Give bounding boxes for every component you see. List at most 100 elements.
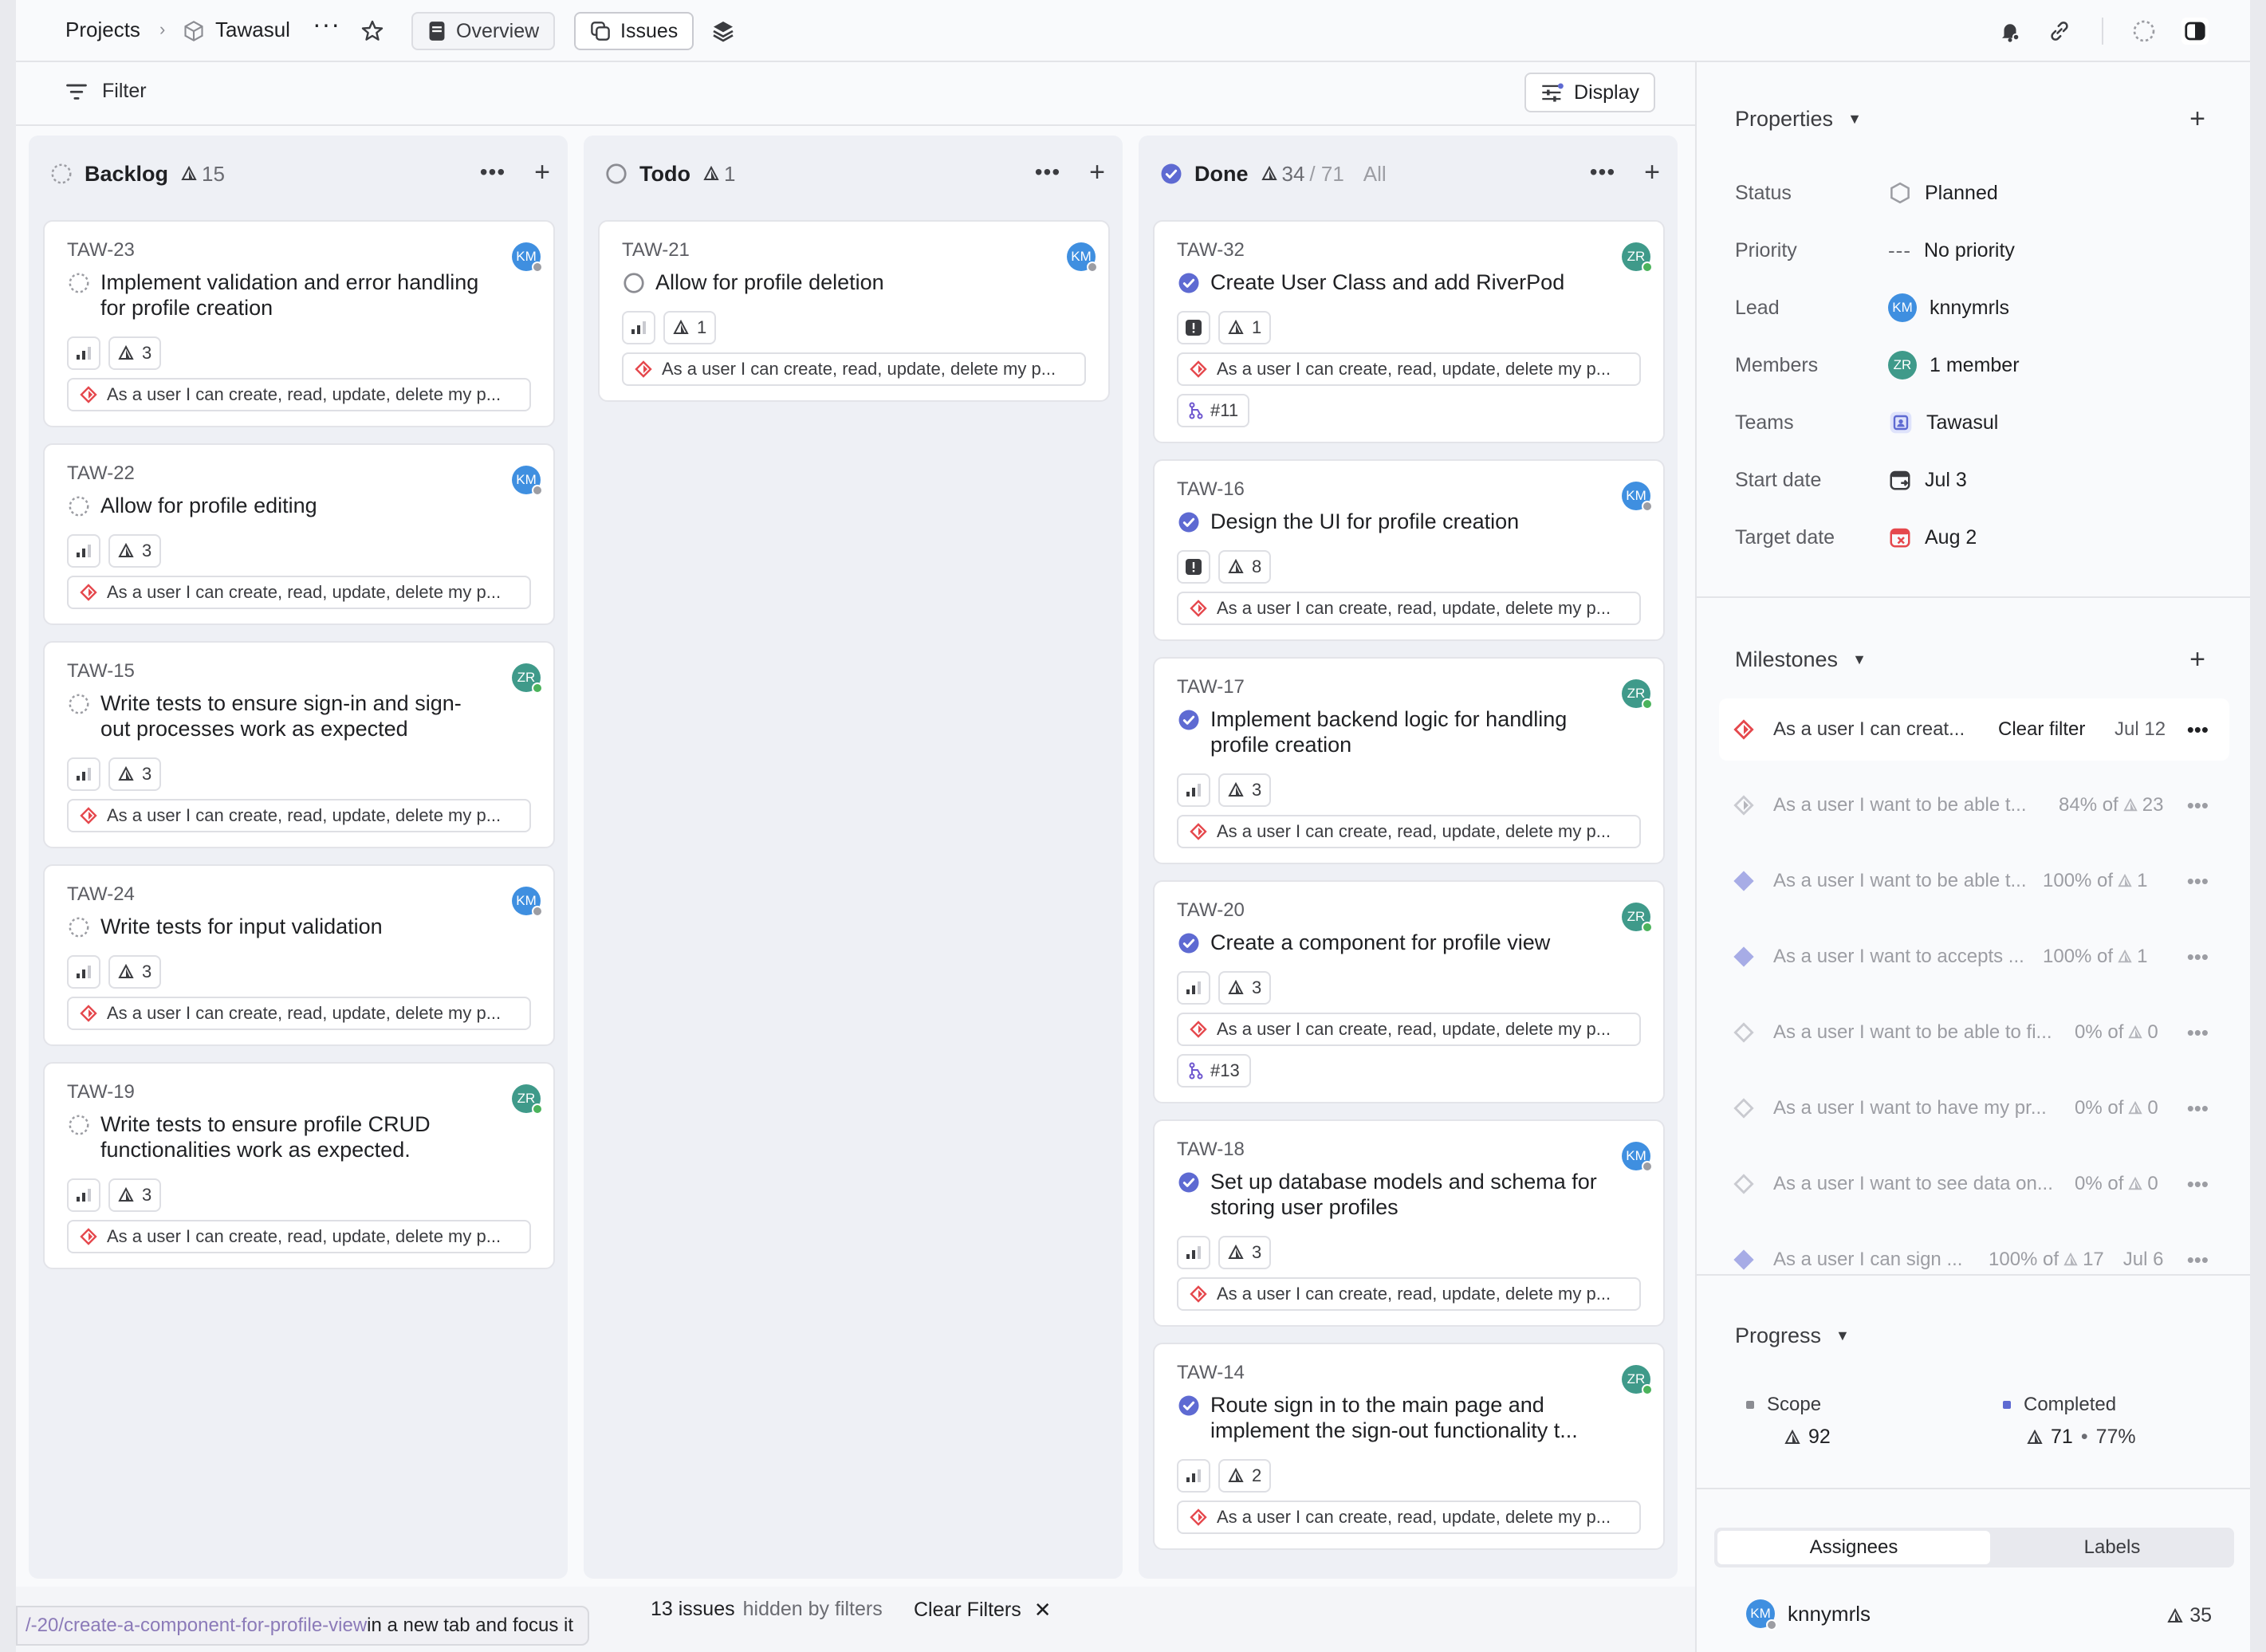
milestone-menu-icon[interactable]: ••• [2187, 1096, 2209, 1121]
project-status-icon[interactable] [2130, 18, 2158, 45]
tab-overview[interactable]: Overview [411, 12, 556, 50]
milestone-chip[interactable]: As a user I can create, read, update, de… [67, 799, 531, 832]
estimate-chip[interactable]: 3 [1218, 971, 1272, 1005]
add-issue-icon[interactable]: + [534, 159, 550, 186]
done-status-icon[interactable] [1177, 510, 1201, 534]
milestone-chip[interactable]: As a user I can create, read, update, de… [67, 1220, 531, 1253]
done-status-icon[interactable] [1177, 1170, 1201, 1194]
estimate-chip[interactable]: 1 [1218, 311, 1272, 344]
estimate-chip[interactable]: 3 [108, 336, 162, 370]
estimate-chip[interactable]: 3 [1218, 1236, 1272, 1269]
property-priority[interactable]: Priority --- No priority [1735, 234, 2213, 266]
done-status-icon[interactable] [1177, 708, 1201, 732]
assignee-row[interactable]: KM knnymrls [1746, 1599, 1871, 1630]
property-start-date[interactable]: Start date Jul 3 [1735, 464, 2213, 496]
star-icon[interactable] [359, 18, 386, 45]
milestone-row[interactable]: As a user I want to be able t... 84% of 23… [1719, 774, 2229, 836]
add-issue-icon[interactable]: + [1089, 159, 1105, 186]
backlog-status-icon[interactable] [67, 915, 91, 939]
column-menu-icon[interactable]: ••• [480, 161, 506, 183]
milestone-menu-icon[interactable]: ••• [2187, 793, 2209, 818]
estimate-chip[interactable]: 2 [1218, 1459, 1272, 1493]
clear-filter-button[interactable]: Clear filter [1998, 718, 2085, 741]
milestone-row[interactable]: As a user I want to be able t... 100% of 1… [1719, 850, 2229, 912]
more-icon[interactable]: ··· [313, 10, 340, 39]
pull-request-chip[interactable]: #13 [1177, 1054, 1251, 1088]
milestone-row[interactable]: As a user I want to accepts ... 100% of 1 •… [1719, 926, 2229, 988]
column-menu-icon[interactable]: ••• [1035, 161, 1060, 183]
property-lead[interactable]: Lead KM knnymrls [1735, 292, 2213, 324]
add-issue-icon[interactable]: + [1644, 159, 1660, 186]
done-status-icon[interactable] [1177, 931, 1201, 955]
column-menu-icon[interactable]: ••• [1590, 161, 1615, 183]
estimate-chip[interactable]: 3 [108, 1178, 162, 1212]
backlog-status-icon[interactable] [67, 271, 91, 295]
priority-chip[interactable] [1177, 1459, 1210, 1493]
issue-card[interactable]: TAW-19 ZR Write tests to ensure profile CR… [43, 1062, 555, 1269]
estimate-chip[interactable]: 1 [663, 311, 717, 344]
milestone-row[interactable]: As a user I want to see data on... 0% of 0… [1719, 1153, 2229, 1215]
milestone-menu-icon[interactable]: ••• [2187, 1021, 2209, 1045]
issue-card[interactable]: TAW-16 KM Design the UI for profile creati… [1153, 459, 1665, 641]
issue-card[interactable]: TAW-14 ZR Route sign in to the main page a… [1153, 1343, 1665, 1550]
filter-button[interactable]: Filter [65, 80, 147, 103]
add-milestone-icon[interactable]: + [2189, 644, 2205, 675]
issue-card[interactable]: TAW-21 KM Allow for profile deletion 1 As a … [598, 220, 1110, 402]
issue-card[interactable]: TAW-24 KM Write tests for input validation… [43, 864, 555, 1046]
milestones-header[interactable]: Milestones ▼ [1735, 647, 1867, 672]
milestone-chip[interactable]: As a user I can create, read, update, de… [67, 378, 531, 411]
milestone-menu-icon[interactable]: ••• [2187, 1248, 2209, 1272]
milestone-menu-icon[interactable]: ••• [2187, 1172, 2209, 1197]
priority-chip[interactable] [1177, 311, 1210, 344]
estimate-chip[interactable]: 3 [108, 955, 162, 989]
milestone-row[interactable]: As a user I want to be able to fi... 0% o… [1719, 1001, 2229, 1064]
priority-chip[interactable] [67, 955, 100, 989]
backlog-status-icon[interactable] [67, 692, 91, 716]
milestone-chip[interactable]: As a user I can create, read, update, de… [1177, 1277, 1641, 1311]
milestone-chip[interactable]: As a user I can create, read, update, de… [622, 352, 1086, 386]
column-show-all[interactable]: All [1363, 162, 1387, 187]
estimate-chip[interactable]: 3 [1218, 773, 1272, 807]
issue-card[interactable]: TAW-18 KM Set up database models and schem… [1153, 1119, 1665, 1327]
todo-status-icon[interactable] [622, 271, 646, 295]
done-status-icon[interactable] [1177, 1394, 1201, 1418]
display-button[interactable]: Display [1524, 73, 1655, 112]
issue-card[interactable]: TAW-15 ZR Write tests to ensure sign-in an… [43, 641, 555, 848]
property-teams[interactable]: Teams Tawasul [1735, 407, 2213, 439]
property-target-date[interactable]: Target date Aug 2 [1735, 521, 2213, 553]
milestone-chip[interactable]: As a user I can create, read, update, de… [1177, 352, 1641, 386]
tab-issues[interactable]: Issues [574, 12, 694, 50]
tab-assignees[interactable]: Assignees [1717, 1531, 1990, 1564]
milestone-chip[interactable]: As a user I can create, read, update, de… [1177, 592, 1641, 625]
backlog-status-icon[interactable] [67, 494, 91, 518]
milestone-menu-icon[interactable]: ••• [2187, 869, 2209, 894]
estimate-chip[interactable]: 3 [108, 534, 162, 568]
milestone-chip[interactable]: As a user I can create, read, update, de… [67, 997, 531, 1030]
clear-filters-button[interactable]: Clear Filters ✕ [914, 1598, 1052, 1622]
breadcrumb-project-name[interactable]: Tawasul [215, 18, 290, 42]
progress-header[interactable]: Progress ▼ [1735, 1324, 1850, 1348]
issue-card[interactable]: TAW-20 ZR Create a component for profile v… [1153, 880, 1665, 1103]
milestone-menu-icon[interactable]: ••• [2187, 945, 2209, 970]
add-property-icon[interactable]: + [2189, 104, 2205, 135]
priority-chip[interactable] [1177, 550, 1210, 584]
priority-chip[interactable] [67, 534, 100, 568]
issue-card[interactable]: TAW-23 KM Implement validation and error h… [43, 220, 555, 427]
pull-request-chip[interactable]: #11 [1177, 394, 1250, 427]
property-status[interactable]: Status Planned [1735, 177, 2213, 209]
estimate-chip[interactable]: 8 [1218, 550, 1272, 584]
toggle-sidebar-icon[interactable] [2181, 18, 2209, 45]
priority-chip[interactable] [1177, 773, 1210, 807]
milestone-chip[interactable]: As a user I can create, read, update, de… [1177, 1501, 1641, 1534]
tab-labels[interactable]: Labels [1993, 1531, 2231, 1564]
priority-chip[interactable] [67, 336, 100, 370]
properties-header[interactable]: Properties ▼ [1735, 107, 1862, 132]
milestone-chip[interactable]: As a user I can create, read, update, de… [1177, 815, 1641, 848]
issue-card[interactable]: TAW-32 ZR Create User Class and add RiverP… [1153, 220, 1665, 443]
backlog-status-icon[interactable] [67, 1113, 91, 1137]
done-status-icon[interactable] [1177, 271, 1201, 295]
milestone-chip[interactable]: As a user I can create, read, update, de… [67, 576, 531, 609]
issue-card[interactable]: TAW-17 ZR Implement backend logic for hand… [1153, 657, 1665, 864]
milestone-chip[interactable]: As a user I can create, read, update, de… [1177, 1013, 1641, 1046]
milestone-row[interactable]: As a user I can creat... Clear filter Jul … [1719, 698, 2229, 761]
